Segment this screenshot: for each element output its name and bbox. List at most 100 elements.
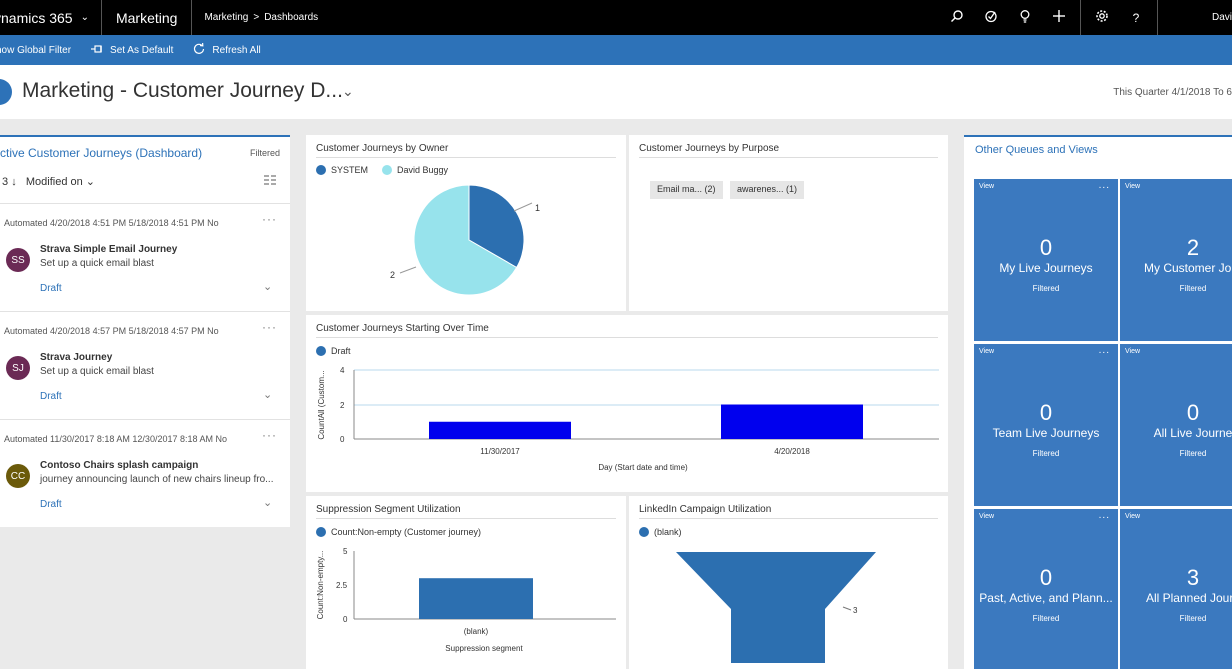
app-switcher[interactable]: ynamics 365 ⌄ — [0, 0, 102, 35]
active-journeys-list: ctive Customer Journeys (Dashboard) Filt… — [0, 135, 290, 527]
list-item[interactable]: Automated 4/20/2018 4:57 PM 5/18/2018 4:… — [0, 311, 290, 419]
chart-linkedin-campaign: LinkedIn Campaign Utilization (blank) 3 — [629, 496, 948, 669]
label-leader-line — [399, 266, 417, 274]
refresh-all-label: Refresh All — [212, 44, 261, 56]
avatar: SJ — [6, 356, 30, 380]
bar[interactable] — [429, 421, 571, 439]
breadcrumb-item-marketing[interactable]: Marketing — [204, 12, 248, 23]
tile-past-active-planned[interactable]: View ... 0 Past, Active, and Plann... Fi… — [974, 509, 1118, 669]
date-range: This Quarter 4/1/2018 To 6 — [1113, 87, 1232, 98]
module-name[interactable]: Marketing — [102, 0, 193, 35]
breadcrumb-separator: > — [253, 12, 260, 23]
y-tick-label: 2.5 — [336, 581, 348, 590]
tile-count: 0 — [1186, 400, 1200, 425]
tile-view-link[interactable]: View — [979, 183, 994, 190]
tile-filter: Filtered — [1179, 614, 1207, 623]
tile-label: My Live Journeys — [999, 261, 1093, 275]
tile-my-customer-journeys[interactable]: View 2 My Customer Jour Filtered — [1120, 179, 1232, 341]
record-meta: Automated 4/20/2018 4:57 PM 5/18/2018 4:… — [4, 326, 219, 336]
record-name[interactable]: Strava Journey — [40, 352, 112, 363]
list-item[interactable]: Automated 11/30/2017 8:18 AM 12/30/2017 … — [0, 419, 290, 527]
y-tick-label: 5 — [343, 547, 348, 556]
tile-filter: Filtered — [1032, 449, 1060, 458]
user-name[interactable]: Davi — [1162, 12, 1232, 23]
chart-title: Customer Journeys by Purpose — [639, 143, 780, 154]
record-description: Set up a quick email blast — [40, 366, 154, 377]
record-count: 3 — [2, 176, 9, 188]
top-nav-bar: ynamics 365 ⌄ Marketing Marketing > Dash… — [0, 0, 1232, 35]
other-queues-panel: Other Queues and Views View ... 0 My Liv… — [964, 135, 1232, 669]
tile-view-link[interactable]: View — [1125, 183, 1140, 190]
x-axis-label: Day (Start date and time) — [598, 463, 688, 472]
tile-label: My Customer Jour — [1143, 261, 1232, 275]
breadcrumb: Marketing > Dashboards — [192, 12, 318, 23]
tile-all-live-journeys[interactable]: View 0 All Live Journe Filtered — [1120, 344, 1232, 506]
set-as-default-button[interactable]: Set As Default — [91, 44, 173, 57]
plus-icon[interactable] — [1042, 9, 1076, 26]
show-global-filter-label: how Global Filter — [0, 44, 72, 56]
record-name[interactable]: Contoso Chairs splash campaign — [40, 460, 198, 471]
funnel-segment[interactable] — [676, 552, 876, 663]
chart-journeys-by-owner: Customer Journeys by Owner SYSTEM David … — [306, 135, 626, 311]
list-options-icon[interactable] — [264, 175, 276, 188]
purpose-tag[interactable]: Email ma... (2) — [650, 181, 723, 199]
dashboard-icon — [0, 79, 12, 105]
filtered-label: Filtered — [249, 148, 280, 158]
gear-icon[interactable] — [1085, 9, 1119, 26]
help-icon[interactable]: ? — [1119, 11, 1153, 25]
task-icon[interactable] — [974, 9, 1008, 26]
list-item[interactable]: Automated 4/20/2018 4:51 PM 5/18/2018 4:… — [0, 203, 290, 311]
tile-my-live-journeys[interactable]: View ... 0 My Live Journeys Filtered — [974, 179, 1118, 341]
pin-icon — [91, 44, 103, 57]
divider — [1157, 0, 1158, 35]
refresh-all-button[interactable]: Refresh All — [193, 42, 261, 58]
record-description: Set up a quick email blast — [40, 258, 154, 269]
chevron-down-icon[interactable]: ⌄ — [342, 83, 354, 100]
tile-team-live-journeys[interactable]: View ... 0 Team Live Journeys Filtered — [974, 344, 1118, 506]
purpose-tag[interactable]: awarenes... (1) — [730, 181, 805, 199]
lightbulb-icon[interactable] — [1008, 9, 1042, 26]
search-icon[interactable] — [940, 9, 974, 26]
command-bar: how Global Filter Set As Default Refresh… — [0, 35, 1232, 65]
dashboard-title[interactable]: Marketing - Customer Journey D... — [22, 79, 343, 103]
chart-suppression-segment: Suppression Segment Utilization Count:No… — [306, 496, 626, 669]
list-title[interactable]: ctive Customer Journeys (Dashboard) — [0, 146, 202, 160]
tile-view-link[interactable]: View — [1125, 348, 1140, 355]
tile-view-link[interactable]: View — [979, 513, 994, 520]
tile-view-link[interactable]: View — [1125, 513, 1140, 520]
label-leader-line — [513, 202, 533, 212]
more-icon[interactable]: ... — [1099, 510, 1110, 521]
tile-filter: Filtered — [1179, 449, 1207, 458]
bar[interactable] — [419, 578, 533, 619]
chart-journeys-by-purpose: Customer Journeys by Purpose Email ma...… — [629, 135, 948, 311]
bar[interactable] — [721, 404, 863, 440]
chevron-down-icon[interactable]: ⌄ — [263, 280, 272, 293]
tile-view-link[interactable]: View — [979, 348, 994, 355]
record-name[interactable]: Strava Simple Email Journey — [40, 244, 177, 255]
chevron-down-icon[interactable]: ⌄ — [263, 496, 272, 509]
more-icon[interactable]: ... — [1099, 180, 1110, 191]
tile-count: 0 — [1039, 565, 1053, 590]
tile-all-planned-journeys[interactable]: View 3 All Planned Journ Filtered — [1120, 509, 1232, 669]
pie-label-system: 1 — [535, 203, 540, 213]
sort-field: Modified on — [25, 176, 83, 188]
more-icon[interactable]: ··· — [262, 320, 277, 334]
more-icon[interactable]: ... — [1099, 345, 1110, 356]
sort-control[interactable]: 3 ↓ Modified on ⌄ — [2, 175, 95, 188]
record-meta: Automated 11/30/2017 8:18 AM 12/30/2017 … — [4, 434, 227, 444]
tile-count: 0 — [1039, 400, 1053, 425]
x-tick-label: 4/20/2018 — [774, 447, 810, 456]
breadcrumb-item-dashboards[interactable]: Dashboards — [264, 12, 318, 23]
set-as-default-label: Set As Default — [110, 44, 174, 56]
more-icon[interactable]: ··· — [262, 212, 277, 226]
record-status: Draft — [40, 499, 62, 510]
tile-count: 2 — [1186, 235, 1200, 260]
avatar: CC — [6, 464, 30, 488]
tile-label: All Planned Journ — [1145, 591, 1232, 605]
chevron-down-icon[interactable]: ⌄ — [263, 388, 272, 401]
show-global-filter-button[interactable]: how Global Filter — [0, 45, 71, 56]
divider — [1080, 0, 1081, 35]
chevron-down-icon: ⌄ — [80, 12, 89, 23]
more-icon[interactable]: ··· — [262, 428, 277, 442]
chart-journeys-over-time: Customer Journeys Starting Over Time Dra… — [306, 315, 948, 492]
